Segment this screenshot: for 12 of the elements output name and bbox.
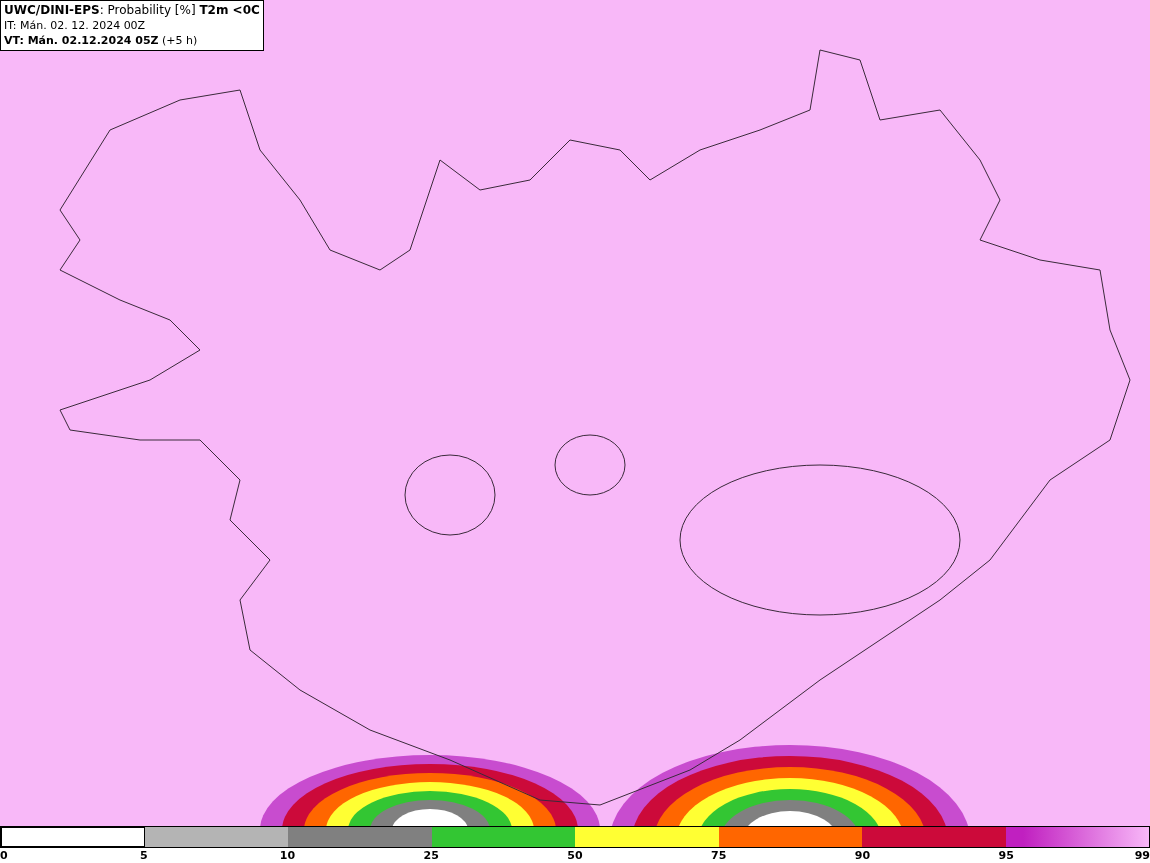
legend-label: 75: [711, 849, 727, 862]
legend-label: 25: [423, 849, 439, 862]
legend-label: 50: [567, 849, 583, 862]
legend-label: 95: [998, 849, 1014, 862]
title-text: VT: Mán. 02.12.2024 05Z (+5 h): [4, 33, 199, 48]
title-text: IT: Mán. 02. 12. 2024 00Z: [4, 18, 147, 33]
legend-label: 5: [139, 849, 148, 862]
legend-label: 99: [1134, 849, 1150, 862]
legend-label: 90: [854, 849, 871, 862]
legend-label: 10: [279, 849, 296, 862]
legend-label: 0: [0, 849, 8, 862]
title-text: UWC/DINI-EPS: Probability [%] T2m <0C: [4, 3, 260, 18]
